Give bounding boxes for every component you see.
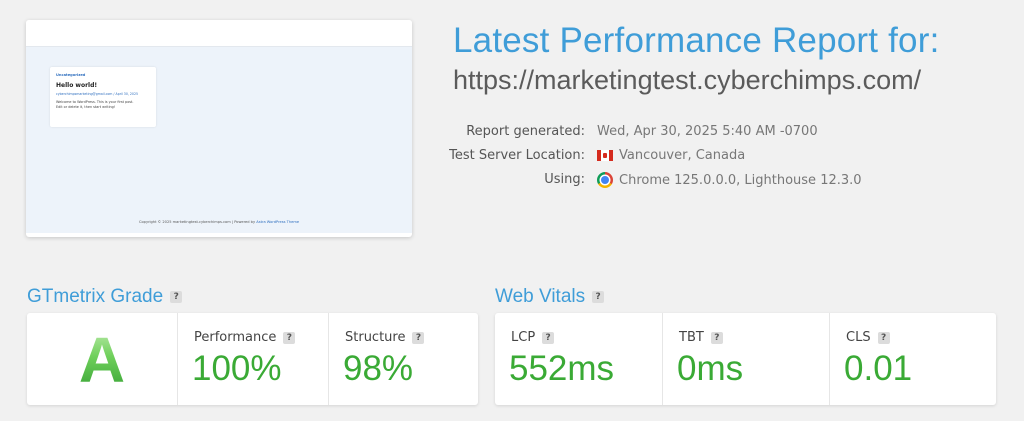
thumbnail-post-excerpt: Welcome to WordPress. This is your first… [56,100,134,109]
structure-label-row: Structure ? [345,330,425,345]
performance-cell: Performance ? 100% [177,313,328,405]
thumbnail-post-card: Uncategorized Hello world! cyberchimpsma… [50,67,156,127]
structure-value: 98% [343,349,414,388]
thumbnail-header-bar [26,20,412,46]
server-location-value: Vancouver, Canada [597,148,745,163]
thumbnail-post-category: Uncategorized [56,73,86,77]
gtmetrix-grade-panel: A Performance ? 100% Structure ? 98% [27,313,478,405]
chrome-icon [597,172,613,188]
using-text: Chrome 125.0.0.0, Lighthouse 12.3.0 [619,172,862,188]
server-location-label: Test Server Location: [449,148,585,163]
web-vitals-panel: LCP ? 552ms TBT ? 0ms CLS ? 0.01 [495,313,996,405]
lcp-help-icon[interactable]: ? [542,331,555,344]
thumbnail-post-title: Hello world! [56,82,98,89]
server-location-text: Vancouver, Canada [619,148,746,163]
report-url: https://marketingtest.cyberchimps.com/ [453,65,922,95]
grade-letter: A [27,323,177,397]
grade-cell: A [27,313,177,405]
lcp-label-row: LCP ? [511,330,555,345]
using-label: Using: [544,172,585,187]
lcp-value: 552ms [509,349,615,388]
performance-value: 100% [192,349,282,388]
tbt-cell: TBT ? 0ms [662,313,829,405]
lcp-cell: LCP ? 552ms [495,313,662,405]
performance-label-row: Performance ? [194,330,296,345]
cls-value: 0.01 [844,349,913,388]
structure-cell: Structure ? 98% [328,313,478,405]
canada-flag-icon [597,150,613,161]
thumbnail-footer-link: Astra WordPress Theme [256,220,300,224]
cls-cell: CLS ? 0.01 [829,313,996,405]
structure-help-icon[interactable]: ? [412,331,425,344]
thumbnail-post-meta: cyberchimpsmarketing@gmail.com / April 3… [56,92,139,96]
report-generated-value: Wed, Apr 30, 2025 5:40 AM -0700 [597,124,818,139]
tbt-help-icon[interactable]: ? [710,331,723,344]
report-generated-label: Report generated: [466,124,585,139]
using-value: Chrome 125.0.0.0, Lighthouse 12.3.0 [597,172,862,188]
web-vitals-help-icon[interactable]: ? [592,291,605,303]
web-vitals-title: Web Vitals [495,286,586,307]
thumbnail-content-area: Uncategorized Hello world! cyberchimpsma… [26,46,412,233]
lcp-label: LCP [511,330,536,345]
gtmetrix-grade-title: GTmetrix Grade [27,286,164,307]
thumbnail-footer-text: Copyright © 2025 marketingtest.cyberchim… [138,220,256,224]
performance-label: Performance [194,330,277,345]
tbt-label: TBT [679,330,704,345]
web-vitals-heading: Web Vitals ? [495,286,605,308]
tbt-label-row: TBT ? [679,330,723,345]
performance-help-icon[interactable]: ? [283,331,296,344]
cls-help-icon[interactable]: ? [877,331,890,344]
report-title: Latest Performance Report for: [453,21,940,60]
cls-label: CLS [846,330,871,345]
tbt-value: 0ms [677,349,744,388]
thumbnail-footer: Copyright © 2025 marketingtest.cyberchim… [26,220,412,224]
structure-label: Structure [345,330,406,345]
cls-label-row: CLS ? [846,330,890,345]
gtmetrix-grade-heading: GTmetrix Grade ? [27,286,183,308]
gtmetrix-grade-help-icon[interactable]: ? [170,291,183,303]
